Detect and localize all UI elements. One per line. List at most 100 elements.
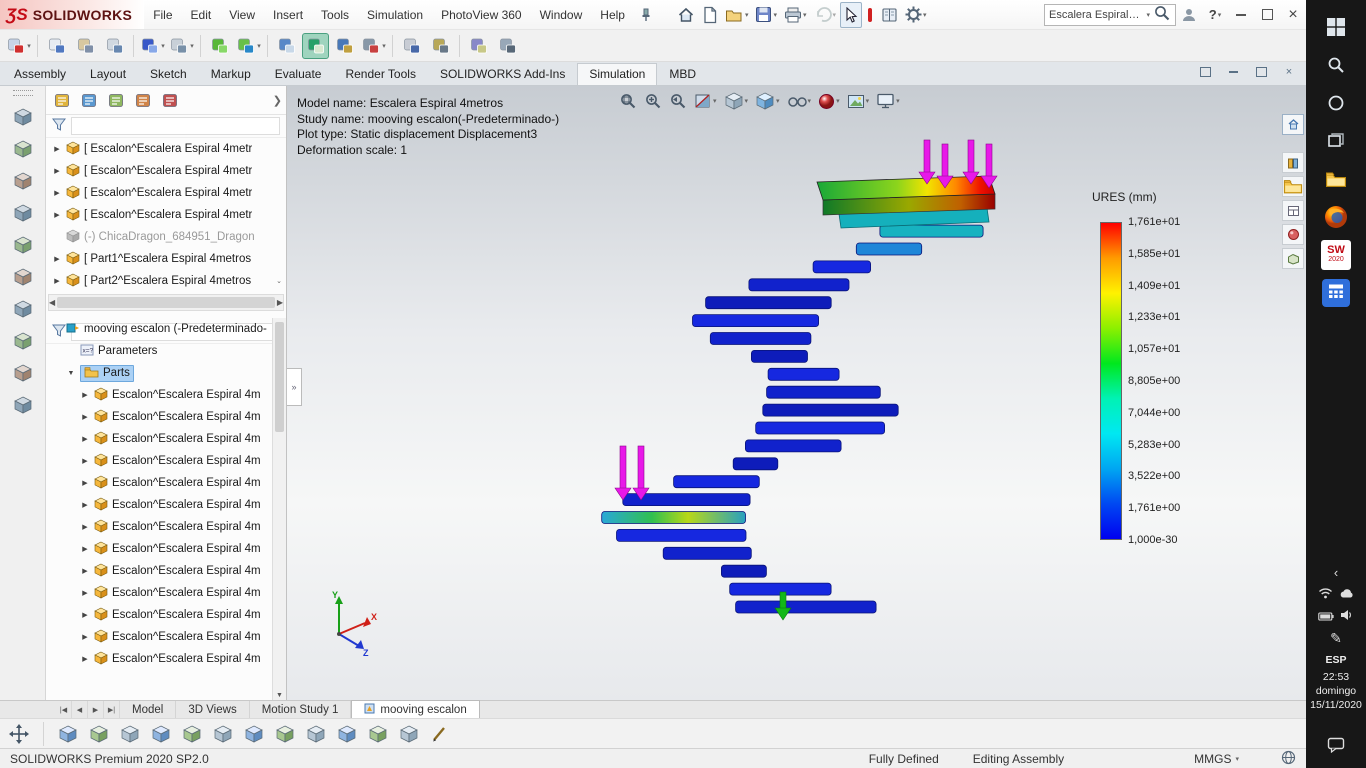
smart-fasteners-icon[interactable]	[7, 199, 39, 227]
tree-row[interactable]: (-) ChicaDragon_684951_Dragon	[46, 226, 286, 248]
dropdown-chevron-icon[interactable]: ▾	[923, 11, 927, 19]
dropdown-chevron-icon[interactable]: ▾	[382, 42, 386, 50]
doc-restore-icon[interactable]	[1252, 64, 1270, 80]
view-linked-icon[interactable]	[396, 722, 422, 746]
menu-edit[interactable]: Edit	[182, 0, 221, 29]
file-explorer-icon[interactable]	[1282, 176, 1304, 197]
tree-row[interactable]: ▶ Escalon^Escalera Espiral 4m	[46, 626, 273, 648]
previous-tab-icon[interactable]: ◀	[72, 701, 88, 718]
tree-row[interactable]: ▶ Escalon^Escalera Espiral 4m	[46, 450, 273, 472]
print-icon[interactable]: ▾	[781, 3, 810, 27]
collapsed-arrow-icon[interactable]: ▶	[80, 655, 90, 663]
tab-layout[interactable]: Layout	[78, 63, 138, 85]
move-component-icon[interactable]	[7, 231, 39, 259]
pack-and-go-icon[interactable]	[465, 33, 492, 59]
configurationmanager-icon[interactable]	[104, 89, 128, 111]
tree-row[interactable]: ▶ Escalon^Escalera Espiral 4m	[46, 560, 273, 582]
dropdown-chevron-icon[interactable]: ▾	[713, 97, 717, 105]
view-right-icon[interactable]	[148, 722, 174, 746]
exploded-view-icon[interactable]	[331, 33, 358, 59]
view-settings-icon[interactable]: ▾	[876, 93, 900, 109]
previous-view-icon[interactable]	[669, 92, 687, 110]
collapse-panel-icon[interactable]: ❯	[273, 94, 282, 107]
dimxpertmanager-icon[interactable]	[131, 89, 155, 111]
view-dimetric-icon[interactable]	[303, 722, 329, 746]
tab-evaluate[interactable]: Evaluate	[263, 63, 334, 85]
assembly-features-icon[interactable]	[7, 295, 39, 323]
view-normal-to-icon[interactable]	[334, 722, 360, 746]
design-library-icon[interactable]	[1282, 152, 1304, 173]
undo-icon[interactable]: ▾	[811, 3, 840, 27]
doc-tab-motion-study-1[interactable]: Motion Study 1	[250, 701, 352, 718]
scroll-right-icon[interactable]: ▶	[277, 298, 283, 307]
options-gear-icon[interactable]: ▾	[902, 3, 930, 27]
tree-row[interactable]: ▶ Escalon^Escalera Espiral 4m	[46, 516, 273, 538]
cortana-icon[interactable]	[1314, 84, 1358, 122]
scrollbar-thumb[interactable]	[57, 297, 275, 308]
user-account-icon[interactable]	[1176, 2, 1202, 28]
tree-row[interactable]: ▶ Escalon^Escalera Espiral 4m	[46, 384, 273, 406]
collapsed-arrow-icon[interactable]: ▶	[80, 545, 90, 553]
grid-overlay-icon[interactable]	[494, 33, 521, 59]
design-journal-icon[interactable]	[878, 3, 901, 27]
selected-tree-item[interactable]: Parts	[80, 364, 134, 382]
interference-detection-icon[interactable]: ▾	[360, 33, 387, 59]
menu-simulation[interactable]: Simulation	[358, 0, 432, 29]
battery-icon[interactable]	[1318, 608, 1334, 626]
evaluate-report-icon[interactable]	[398, 33, 425, 59]
view-back-icon[interactable]	[86, 722, 112, 746]
collapsed-arrow-icon[interactable]: ▶	[52, 189, 62, 197]
wifi-icon[interactable]	[1318, 586, 1333, 604]
solidworks-2020-icon[interactable]: SW 2020	[1314, 236, 1358, 274]
menu-file[interactable]: File	[144, 0, 181, 29]
tab-markup[interactable]: Markup	[199, 63, 263, 85]
tab-simulation[interactable]: Simulation	[577, 63, 658, 85]
task-view-icon[interactable]	[1314, 122, 1358, 160]
tree-row[interactable]: ▶ Escalon^Escalera Espiral 4m	[46, 604, 273, 626]
reference-geometry-icon[interactable]	[7, 327, 39, 355]
view-orientation-icon[interactable]: ▾	[724, 91, 748, 111]
menu-window[interactable]: Window	[531, 0, 592, 29]
view-palette-icon[interactable]	[1282, 200, 1304, 221]
web-globe-icon[interactable]	[1281, 750, 1296, 768]
zoom-to-fit-icon[interactable]	[619, 92, 637, 110]
tab-mbd[interactable]: MBD	[657, 63, 708, 85]
command-list-icon[interactable]	[43, 33, 70, 59]
last-tab-icon[interactable]: ▶|	[104, 701, 120, 718]
scroll-left-icon[interactable]: ◀	[49, 298, 55, 307]
bill-of-materials-icon[interactable]	[7, 391, 39, 419]
magnifier-edit-icon[interactable]: ▾	[5, 33, 32, 59]
collapsed-arrow-icon[interactable]: ▶	[80, 611, 90, 619]
filter-input[interactable]	[71, 117, 280, 135]
collapsed-arrow-icon[interactable]: ▶	[52, 167, 62, 175]
notification-icon[interactable]	[1314, 726, 1358, 764]
tab-solidworks-add-ins[interactable]: SOLIDWORKS Add-Ins	[428, 63, 577, 85]
doc-tab-model[interactable]: Model	[120, 701, 177, 718]
home-icon[interactable]	[674, 3, 698, 27]
menu-tools[interactable]: Tools	[312, 0, 358, 29]
displaymanager-icon[interactable]	[158, 89, 182, 111]
file-explorer-icon[interactable]	[1314, 160, 1358, 198]
collapsed-arrow-icon[interactable]: ▶	[52, 277, 62, 285]
view-bottom-icon[interactable]	[210, 722, 236, 746]
propertymanager-icon[interactable]	[77, 89, 101, 111]
insert-components-icon[interactable]	[7, 103, 39, 131]
taskbar-clock[interactable]: 22:53 domingo 15/11/2020	[1310, 670, 1362, 712]
horizontal-scrollbar[interactable]: ◀ ▶	[48, 294, 284, 311]
section-view-icon[interactable]: ▾	[694, 92, 717, 110]
solidworks-resources-icon[interactable]	[1282, 114, 1304, 135]
dropdown-chevron-icon[interactable]: ▾	[257, 42, 261, 50]
collapsed-arrow-icon[interactable]: ▶	[80, 633, 90, 641]
menu-photoview-360[interactable]: PhotoView 360	[432, 0, 531, 29]
doc-tab-3d-views[interactable]: 3D Views	[176, 701, 250, 718]
tab-assembly[interactable]: Assembly	[2, 63, 78, 85]
view-left-icon[interactable]	[117, 722, 143, 746]
revolve-tool-icon[interactable]	[206, 33, 233, 59]
dropdown-chevron-icon[interactable]: ▾	[776, 97, 780, 105]
search-icon[interactable]	[1314, 46, 1358, 84]
start-icon[interactable]	[1314, 8, 1358, 46]
new-motion-study-icon[interactable]	[7, 359, 39, 387]
collapsed-arrow-icon[interactable]: ▶	[80, 589, 90, 597]
featuremanager-design-tree-icon[interactable]	[50, 89, 74, 111]
hide-show-items-icon[interactable]: ▾	[787, 94, 811, 108]
